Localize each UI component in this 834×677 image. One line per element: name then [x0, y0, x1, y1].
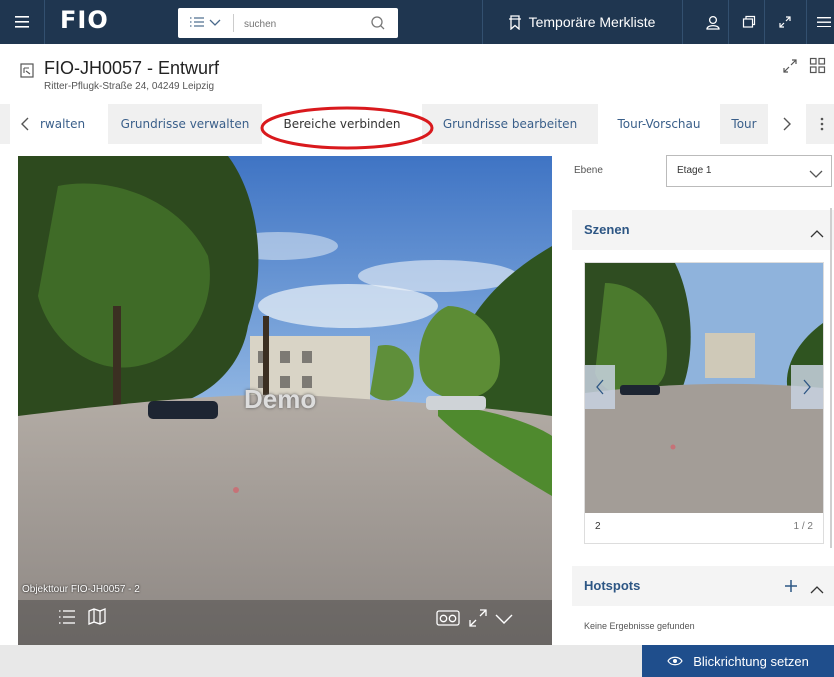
floorplan-doc-icon: [20, 63, 34, 83]
scene-pager: 1 / 2: [793, 521, 813, 532]
scrollbar[interactable]: [830, 208, 832, 548]
list-icon: [190, 17, 204, 27]
top-navigation-bar: FIO Temporäre Merkliste: [0, 0, 834, 44]
object-address: Ritter-Pflugk-Straße 24, 04249 Leipzig: [44, 81, 215, 92]
set-view-direction-label: Blickrichtung setzen: [693, 653, 809, 669]
search-icon[interactable]: [370, 15, 386, 36]
hotspots-empty-text: Keine Ergebnisse gefunden: [584, 621, 695, 631]
user-icon[interactable]: [698, 0, 728, 44]
chevron-up-icon[interactable]: [810, 226, 824, 244]
fullscreen-panorama-icon[interactable]: [468, 608, 488, 633]
highlight-ring: [260, 106, 434, 150]
tab-objekte-verwalten[interactable]: rwalten: [40, 104, 108, 144]
menu-icon[interactable]: [0, 0, 44, 44]
scene-card[interactable]: 2 1 / 2: [584, 262, 824, 544]
chevron-down-icon: [809, 166, 823, 184]
eye-icon: [667, 655, 683, 667]
hotspots-section-header[interactable]: Hotspots: [572, 566, 834, 606]
panorama-caption: Objekttour FIO-JH0057 - 2: [22, 584, 140, 595]
hamburger-icon[interactable]: [814, 0, 834, 44]
tab-scroll-left[interactable]: [10, 104, 40, 144]
scene-number: 2: [595, 521, 601, 532]
bookmark-icon: [508, 14, 521, 30]
page-title: FIO-JH0057 - Entwurf: [44, 58, 220, 78]
chevron-up-icon[interactable]: [810, 582, 824, 600]
vr-glasses-icon[interactable]: [436, 610, 460, 631]
tab-tour[interactable]: Tour: [722, 104, 766, 144]
set-view-direction-button[interactable]: Blickrichtung setzen: [642, 645, 834, 677]
scene-prev-button[interactable]: [585, 365, 615, 409]
grid-view-icon[interactable]: [809, 57, 826, 79]
scene-list-icon[interactable]: [58, 609, 76, 630]
demo-watermark: Demo: [244, 384, 317, 414]
fullscreen-icon[interactable]: [782, 58, 798, 79]
map-icon[interactable]: [88, 608, 106, 630]
panorama-viewer[interactable]: Demo Objekttour FIO-JH0057 - 2: [18, 156, 552, 646]
search-input[interactable]: [242, 13, 366, 35]
tab-tour-vorschau[interactable]: Tour-Vorschau: [598, 104, 720, 144]
tab-grundrisse-verwalten[interactable]: Grundrisse verwalten: [110, 104, 260, 144]
szenen-title: Szenen: [584, 222, 630, 237]
panorama-control-bar: [18, 600, 552, 646]
more-options-icon[interactable]: [810, 104, 834, 144]
tab-grundrisse-bearbeiten[interactable]: Grundrisse bearbeiten: [424, 104, 596, 144]
search-type-select[interactable]: [188, 14, 234, 32]
scene-next-button[interactable]: [791, 365, 823, 409]
szenen-section-header[interactable]: Szenen: [572, 210, 834, 250]
window-icon[interactable]: [734, 0, 764, 44]
hotspots-title: Hotspots: [584, 578, 641, 593]
expand-icon[interactable]: [770, 0, 800, 44]
merkliste-label: Temporäre Merkliste: [528, 14, 656, 30]
ebene-label: Ebene: [574, 165, 603, 176]
tab-scroll-right[interactable]: [768, 104, 806, 144]
search-bar[interactable]: [178, 8, 398, 38]
chevron-down-icon[interactable]: [494, 612, 514, 630]
scene-thumbnail[interactable]: [585, 263, 823, 513]
fio-logo[interactable]: FIO: [60, 6, 109, 34]
temporary-watchlist-button[interactable]: Temporäre Merkliste: [482, 0, 682, 44]
chevron-down-icon: [209, 19, 221, 26]
ebene-value: Etage 1: [677, 165, 712, 176]
add-icon[interactable]: [784, 579, 798, 598]
ebene-select[interactable]: Etage 1: [666, 155, 832, 187]
